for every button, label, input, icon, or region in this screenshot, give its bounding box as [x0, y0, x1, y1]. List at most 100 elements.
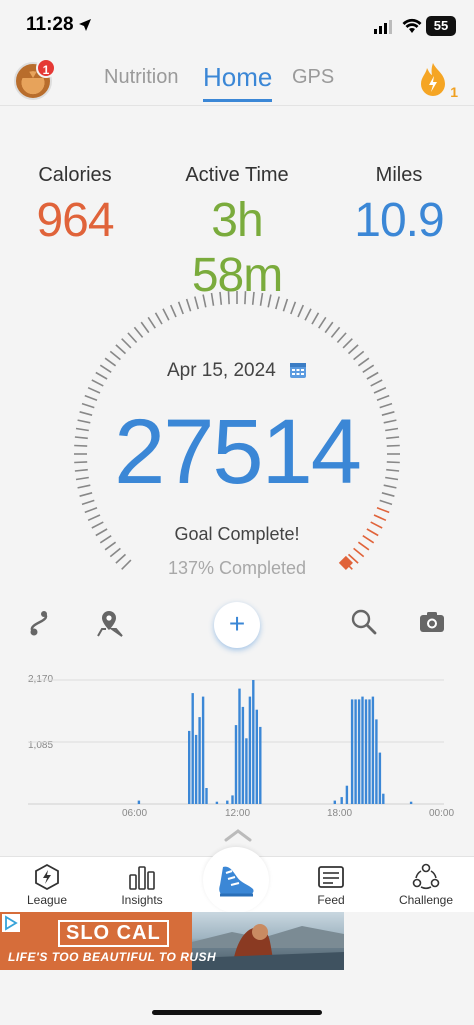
nav-feed[interactable]: Feed	[291, 863, 371, 907]
gauge-tick	[121, 338, 132, 349]
chart-bar	[188, 730, 191, 804]
miles-label: Miles	[375, 164, 423, 186]
calories-value: 964	[36, 194, 114, 247]
avatar-ear	[21, 68, 33, 78]
gauge-tick	[330, 326, 341, 338]
calories-stat: Calories 964	[0, 164, 150, 248]
gauge-tick	[353, 350, 365, 361]
goal-status: Goal Complete!	[174, 524, 300, 544]
chart-bar	[231, 795, 234, 804]
tab-gps[interactable]: GPS	[292, 66, 334, 89]
wifi-icon	[402, 18, 422, 39]
gauge-tick	[162, 308, 170, 321]
chart-bar	[198, 717, 201, 804]
x-tick-label: 00:00	[429, 808, 455, 819]
status-bar: 11:28 55	[0, 0, 474, 56]
gauge-tick	[210, 292, 215, 306]
tab-home[interactable]: Home	[203, 62, 273, 102]
chart-bar	[368, 699, 371, 804]
gauge-tick	[219, 291, 223, 305]
nav-insights[interactable]: Insights	[102, 863, 182, 907]
action-toolbar: +	[0, 600, 474, 652]
chart-bar	[245, 738, 248, 804]
chart-bar	[361, 696, 364, 804]
x-tick-label: 18:00	[327, 808, 353, 819]
tab-nutrition[interactable]: Nutrition	[104, 66, 178, 89]
chart-bar	[248, 696, 252, 804]
gauge-tick	[373, 514, 387, 522]
date-selector[interactable]: Apr 15, 2024	[0, 360, 474, 385]
gauge-tick	[154, 312, 163, 325]
chart-bar	[238, 688, 241, 804]
gauge-tick	[353, 547, 365, 558]
ad-choices-icon[interactable]	[2, 914, 20, 932]
gauge-tick	[376, 507, 390, 514]
gauge-tick	[127, 332, 138, 344]
league-icon	[35, 863, 59, 891]
chart-bar	[205, 788, 208, 804]
gauge-tick	[244, 291, 247, 305]
gauge-tick	[185, 298, 192, 312]
battery-indicator: 55	[426, 16, 456, 36]
ad-banner[interactable]: SLO CAL LIFE'S TOO BEAUTIFUL TO RUSH	[0, 912, 344, 970]
nav-feed-label: Feed	[317, 893, 345, 907]
chart-bar	[340, 797, 343, 804]
notification-badge[interactable]: 1	[36, 58, 56, 78]
chevron-up-icon[interactable]	[224, 828, 252, 847]
nav-challenge-label: Challenge	[398, 893, 454, 907]
add-button[interactable]: +	[214, 602, 260, 648]
chart-bar	[333, 800, 336, 804]
gauge-tick	[251, 291, 255, 305]
chart-bar	[382, 793, 385, 804]
nav-challenge[interactable]: Challenge	[386, 863, 466, 907]
chart-bar	[234, 725, 238, 804]
x-tick-label: 12:00	[225, 808, 251, 819]
gauge-tick	[147, 316, 156, 329]
search-icon[interactable]	[350, 608, 382, 640]
gauge-tick	[202, 294, 207, 308]
ad-tagline: LIFE'S TOO BEAUTIFUL TO RUSH	[8, 950, 217, 964]
gauge-tick	[304, 308, 312, 321]
gauge-tick	[311, 312, 320, 325]
hourly-steps-chart: 2,170 1,085 06:00 12:00 18:00 00:00	[0, 666, 474, 826]
route-icon[interactable]	[26, 608, 58, 640]
gauge-tick	[297, 304, 305, 318]
date-label: Apr 15, 2024	[166, 360, 276, 381]
gauge-tick	[140, 321, 150, 334]
gauge-tick	[342, 338, 353, 349]
map-pin-icon[interactable]	[96, 608, 128, 640]
nav-insights-label: Insights	[121, 893, 163, 907]
chart-bar	[194, 734, 198, 804]
percent-completed: 137% Completed	[167, 558, 307, 578]
location-arrow-icon	[78, 18, 92, 37]
gauge-tick	[194, 296, 199, 310]
home-indicator	[152, 1010, 322, 1015]
shoe-icon	[219, 866, 254, 897]
chart-bar	[357, 699, 361, 804]
gauge-tick	[336, 332, 347, 344]
chart-bar	[255, 709, 258, 804]
gauge-tick	[324, 321, 334, 334]
gauge-tick	[227, 291, 230, 305]
status-time: 11:28	[26, 14, 74, 35]
chart-bar	[201, 696, 205, 804]
nav-league-label: League	[26, 893, 68, 907]
gauge-tick	[109, 350, 121, 361]
chart-bar	[191, 693, 194, 804]
chart-bar	[241, 706, 245, 804]
gauge-tick	[282, 298, 289, 312]
streak-button[interactable]: 1	[418, 62, 458, 100]
camera-icon[interactable]	[418, 608, 450, 640]
gauge-tick	[87, 386, 101, 394]
chart-bar	[375, 719, 378, 804]
miles-value: 10.9	[354, 194, 444, 247]
chart-bar	[226, 800, 229, 804]
gauge-tick	[109, 547, 121, 558]
gauge-tick	[87, 514, 101, 522]
calendar-icon[interactable]	[289, 361, 307, 385]
gauge-tick	[84, 507, 98, 514]
gauge-tick	[290, 301, 297, 315]
nav-activity[interactable]	[203, 847, 269, 913]
chart-bar	[137, 800, 141, 804]
nav-league[interactable]: League	[7, 863, 87, 907]
